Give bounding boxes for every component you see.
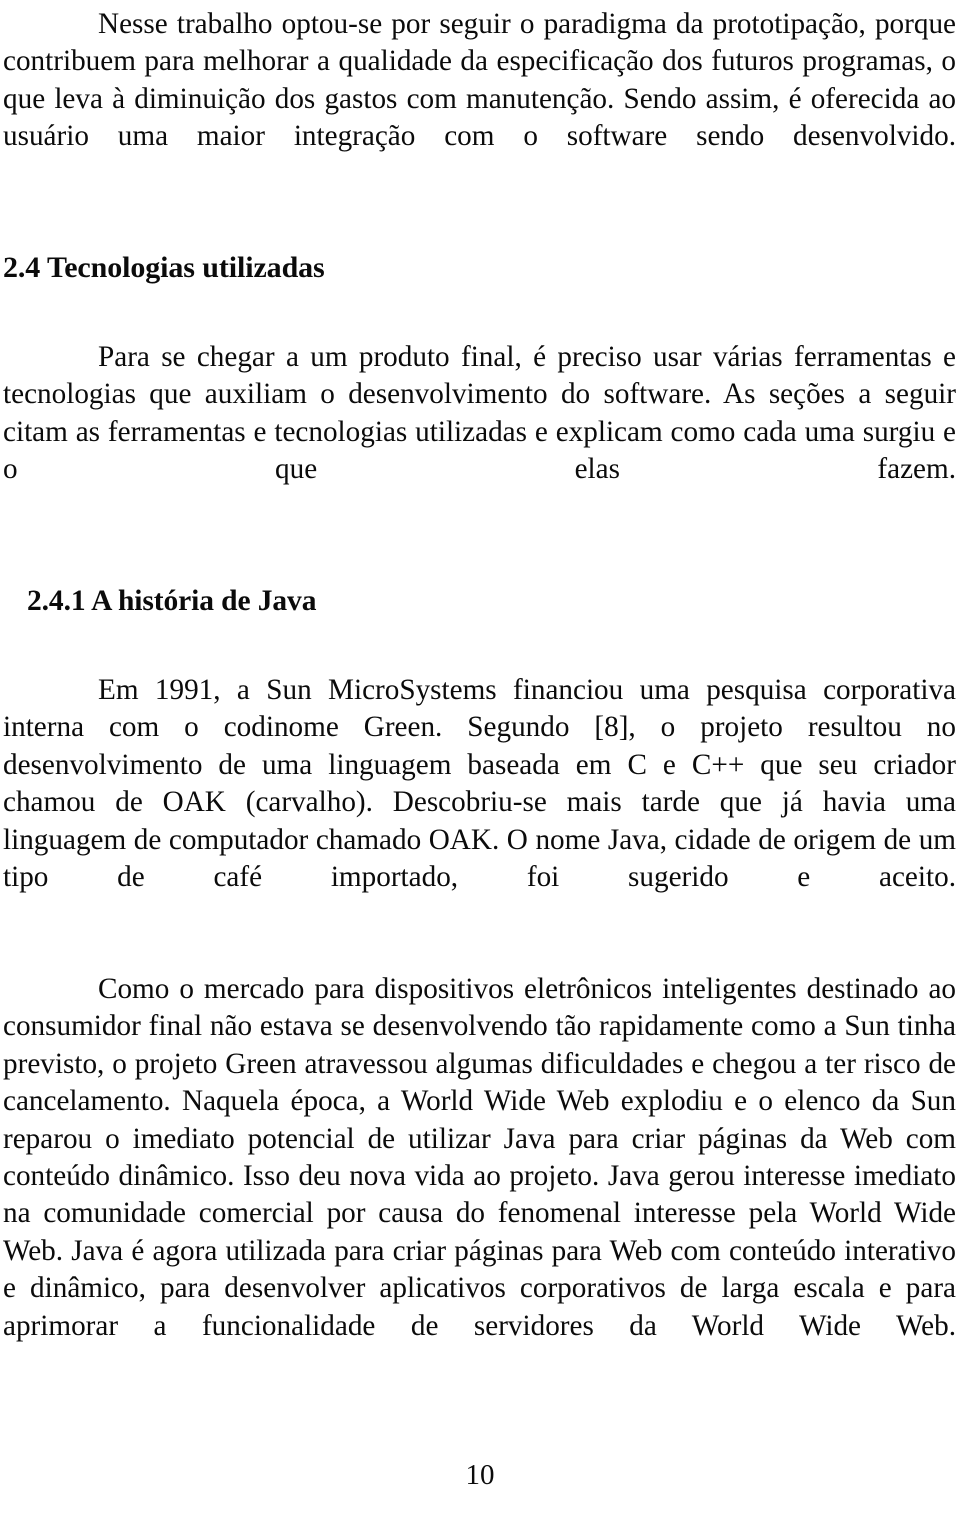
paragraph-prototipacao: Nesse trabalho optou-se por seguir o par… [3, 8, 956, 153]
page-number: 10 [465, 1459, 495, 1491]
page-content: Nesse trabalho optou-se por seguir o par… [3, 0, 956, 1382]
paragraph-sun-microsystems: Em 1991, a Sun MicroSystems financiou um… [3, 674, 956, 894]
spacer-after-heading-2-4-1 [3, 620, 956, 672]
document-page: Nesse trabalho optou-se por seguir o par… [0, 0, 960, 1520]
heading-2-4-tecnologias-utilizadas: 2.4 Tecnologias utilizadas [3, 251, 325, 285]
spacer-after-heading-2-4 [3, 287, 956, 339]
paragraph-produto-final: Para se chegar a um produto final, é pre… [3, 341, 956, 486]
spacer-before-heading-2-4-1 [3, 526, 956, 582]
paragraph-mercado-dispositivos: Como o mercado para dispositivos eletrôn… [3, 972, 956, 1342]
heading-2-4-1-historia-de-java: 2.4.1 A história de Java [27, 585, 317, 618]
spacer-before-heading-2-4 [3, 193, 956, 249]
page-footer: 10 [0, 1458, 960, 1492]
spacer-between-paragraphs [3, 934, 956, 971]
